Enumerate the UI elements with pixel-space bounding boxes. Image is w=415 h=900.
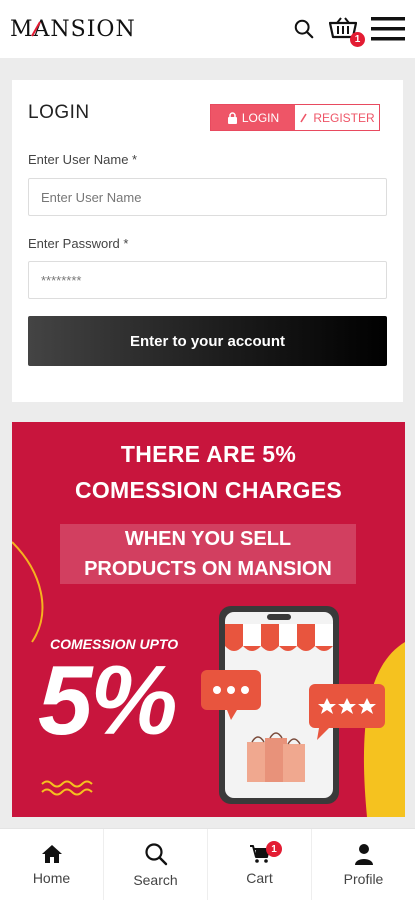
lock-icon (227, 111, 237, 124)
password-label: Enter Password * (28, 236, 129, 251)
banner-headline-line2: COMESSION CHARGES (74, 477, 343, 503)
banner-subline1: WHEN YOU SELL (60, 524, 356, 554)
login-submit-button[interactable]: Enter to your account (28, 316, 387, 366)
login-title: LOGIN (28, 102, 90, 123)
username-label: Enter User Name * (28, 152, 138, 167)
auth-toggle: LOGIN REGISTER (210, 104, 380, 131)
home-icon (41, 844, 62, 863)
pencil-icon (300, 113, 308, 122)
banner-headline-line1: THERE ARE 5% (120, 441, 297, 467)
search-icon (294, 19, 314, 39)
phone-shop-illustration (201, 606, 385, 804)
banner-subline2: PRODUCTS ON MANSION (60, 554, 356, 584)
nav-cart[interactable]: 1 Cart (208, 829, 312, 900)
nav-search[interactable]: Search (104, 829, 208, 900)
menu-button[interactable] (371, 16, 405, 42)
nav-home[interactable]: Home (0, 829, 104, 900)
cart-count-badge: 1 (350, 32, 365, 47)
nav-cart-badge: 1 (266, 841, 282, 857)
login-card: LOGIN LOGIN REGISTER Enter User Name * E… (12, 80, 403, 402)
promo-banner[interactable]: THERE ARE 5% COMESSION CHARGES WHEN YOU … (12, 422, 405, 817)
hamburger-menu-icon (371, 17, 405, 41)
cart-button[interactable]: 1 (329, 17, 365, 47)
logo-accent-mark (31, 21, 41, 36)
banner-percentage: 5% (38, 645, 178, 755)
tab-register-label: REGISTER (313, 110, 375, 125)
tab-login[interactable]: LOGIN (211, 105, 295, 130)
username-input[interactable] (28, 178, 387, 216)
search-icon (144, 842, 167, 865)
mansion-logo[interactable]: MANSION (10, 17, 136, 42)
bottom-navigation: Home Search 1 Cart Profile (0, 828, 415, 900)
password-input[interactable] (28, 261, 387, 299)
nav-search-label: Search (133, 871, 178, 888)
search-button[interactable] (293, 18, 315, 40)
nav-cart-label: Cart (246, 869, 273, 886)
user-icon (354, 843, 373, 865)
top-app-bar: MANSION 1 (0, 0, 415, 58)
tab-register[interactable]: REGISTER (295, 105, 379, 130)
nav-profile-label: Profile (343, 870, 384, 887)
tab-login-label: LOGIN (241, 110, 280, 125)
logo-text: MANSION (10, 16, 136, 42)
banner-headline: THERE ARE 5% COMESSION CHARGES (12, 436, 405, 508)
nav-home-label: Home (32, 869, 71, 886)
nav-profile[interactable]: Profile (312, 829, 415, 900)
